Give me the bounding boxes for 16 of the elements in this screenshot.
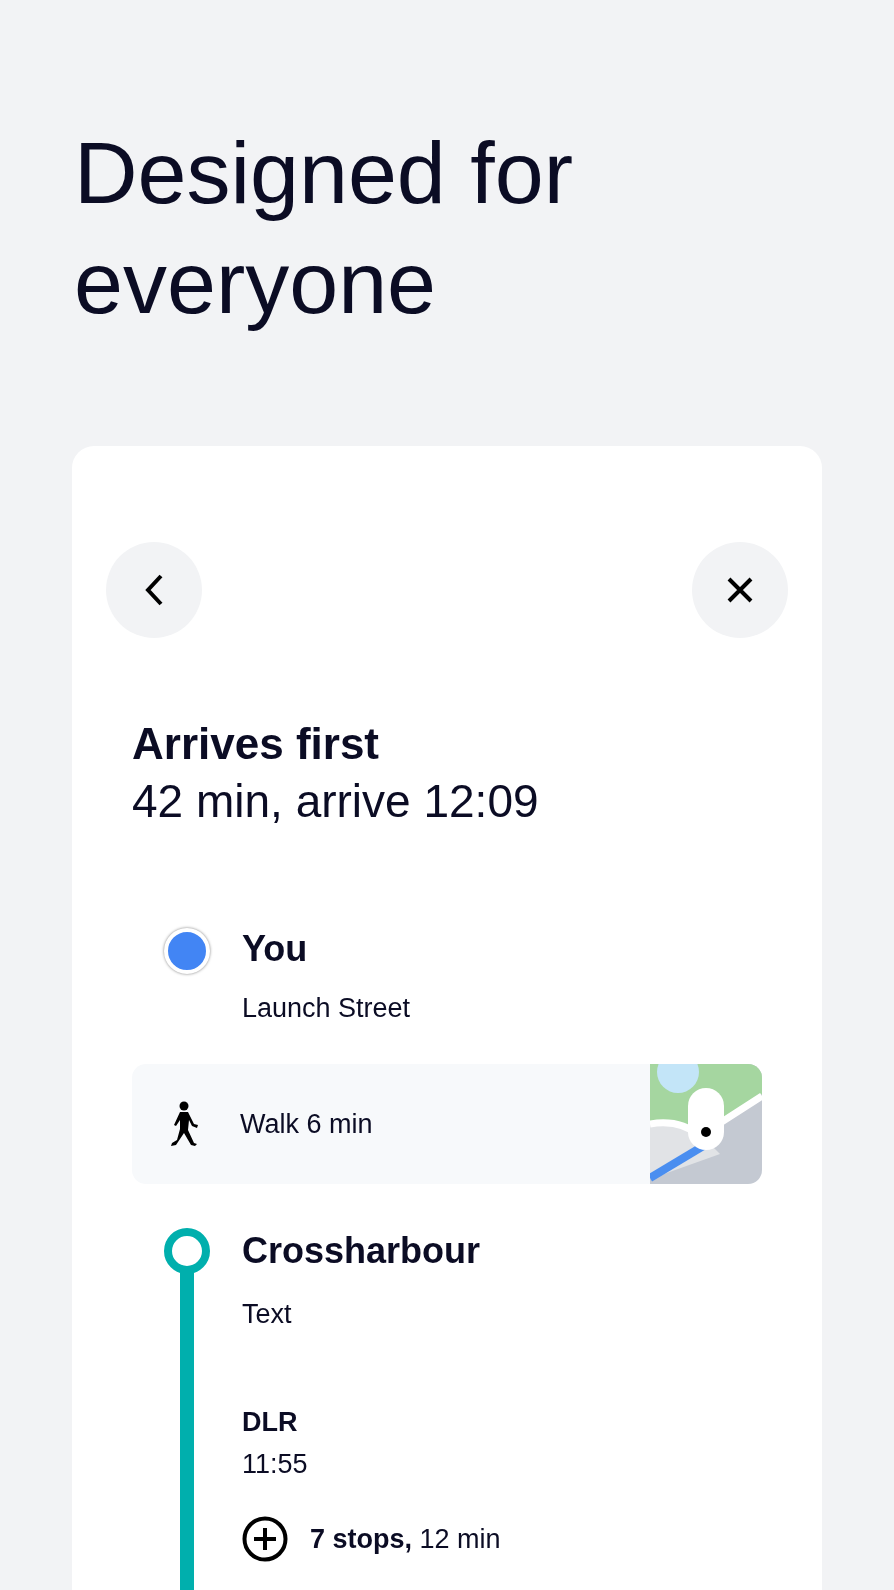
journey-summary: 42 min, arrive 12:09	[132, 774, 540, 829]
walking-person-icon	[168, 1101, 200, 1147]
close-icon	[726, 576, 754, 604]
station-name: Crossharbour	[242, 1229, 482, 1273]
origin-place: Launch Street	[242, 992, 411, 1025]
walk-label: Walk 6 min	[240, 1107, 374, 1141]
station-marker	[164, 1228, 210, 1274]
headline: Designed for everyone	[74, 122, 574, 334]
back-icon	[143, 573, 165, 607]
journey-title: Arrives first	[132, 718, 380, 770]
origin-name: You	[242, 927, 309, 971]
departure-time: 11:55	[242, 1448, 309, 1481]
stops-toggle[interactable]: 7 stops, 12 min	[242, 1516, 501, 1562]
station-detail: Text	[242, 1298, 293, 1331]
walk-row[interactable]: Walk 6 min	[132, 1064, 762, 1184]
line-name: DLR	[242, 1406, 299, 1439]
